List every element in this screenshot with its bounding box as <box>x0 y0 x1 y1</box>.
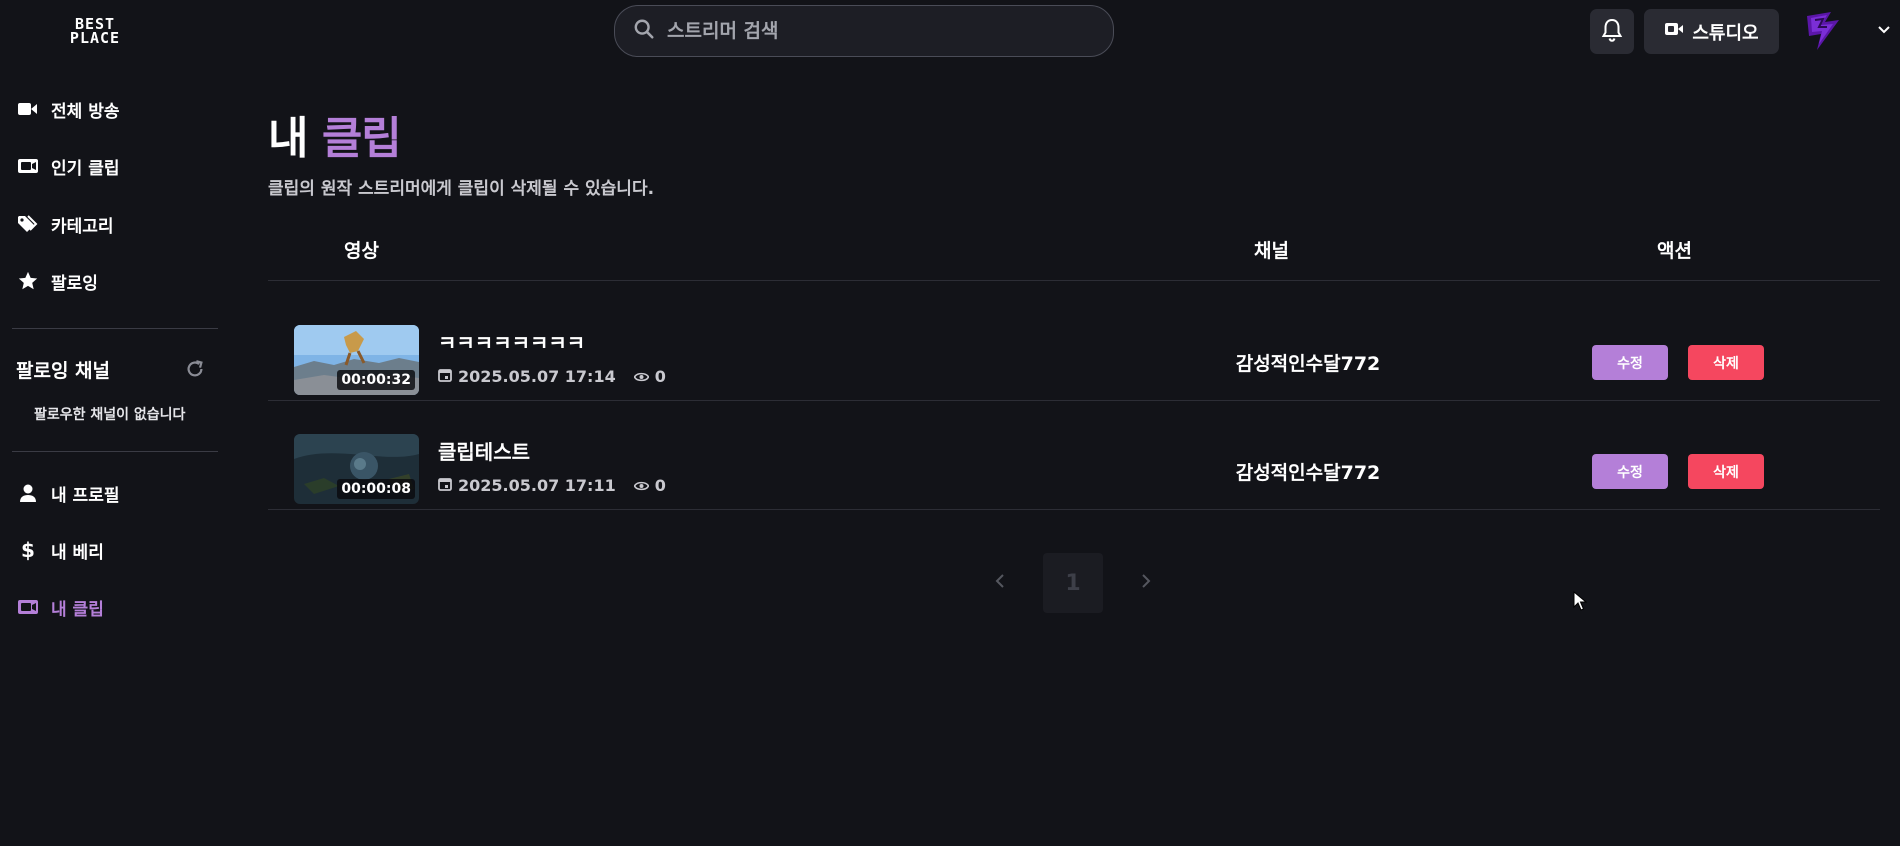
best-place-logo[interactable]: BEST PLACE <box>52 14 138 48</box>
sidebar-item-label: 내 클립 <box>51 599 104 620</box>
search-input[interactable] <box>667 20 1087 42</box>
clip-view-count: 0 <box>654 476 666 495</box>
following-empty-message: 팔로우한 채널이 없습니다 <box>34 407 186 423</box>
studio-button[interactable]: 스튜디오 <box>1644 9 1779 54</box>
calendar-icon <box>438 367 452 386</box>
column-header-channel: 채널 <box>1254 240 1289 262</box>
prev-page-button[interactable] <box>975 553 1025 613</box>
clip-icon <box>16 154 40 178</box>
clip-channel[interactable]: 감성적인수달772 <box>1208 458 1408 485</box>
sidebar-item-my-profile[interactable]: 내 프로필 <box>16 478 119 508</box>
clip-icon <box>16 595 40 619</box>
clip-views: 0 <box>633 367 666 386</box>
search-bar[interactable] <box>614 5 1114 57</box>
sidebar-item-popular-clips[interactable]: 인기 클립 <box>16 151 119 181</box>
edit-button[interactable]: 수정 <box>1592 345 1668 380</box>
eye-icon <box>633 476 650 495</box>
sidebar-item-my-berry[interactable]: $ 내 베리 <box>16 535 104 565</box>
clip-meta: 2025.05.07 17:14 0 <box>438 367 666 386</box>
sidebar-item-my-clips[interactable]: 내 클립 <box>16 592 104 622</box>
user-icon <box>16 481 40 505</box>
clip-title[interactable]: 클립테스트 <box>438 436 530 465</box>
page-title-prefix: 내 <box>268 113 308 164</box>
logo-line-2: PLACE <box>69 29 121 47</box>
sidebar-divider <box>12 451 218 452</box>
clip-duration: 00:00:08 <box>337 479 415 499</box>
edit-button[interactable]: 수정 <box>1592 454 1668 489</box>
clip-thumbnail[interactable]: 00:00:32 <box>294 325 419 395</box>
chevron-left-icon <box>995 573 1005 593</box>
following-channels-title: 팔로잉 채널 <box>16 360 111 382</box>
star-icon <box>16 269 40 293</box>
chevron-right-icon <box>1141 573 1151 593</box>
page-title: 내 클립 <box>268 102 402 166</box>
clip-date: 2025.05.07 17:11 <box>458 476 616 495</box>
video-camera-icon <box>16 97 40 121</box>
delete-button[interactable]: 삭제 <box>1688 454 1764 489</box>
table-row: 00:00:32 ㅋㅋㅋㅋㅋㅋㅋㅋ 2025.05.07 17:14 0 감성적… <box>268 293 1880 401</box>
column-header-video: 영상 <box>344 240 379 262</box>
clip-title[interactable]: ㅋㅋㅋㅋㅋㅋㅋㅋ <box>438 327 585 356</box>
eye-icon <box>633 367 650 386</box>
user-avatar[interactable] <box>1800 8 1846 54</box>
clip-duration: 00:00:32 <box>337 370 415 390</box>
tags-icon <box>16 212 40 236</box>
clip-thumbnail[interactable]: 00:00:08 <box>294 434 419 504</box>
studio-label: 스튜디오 <box>1692 22 1759 44</box>
page-title-accent: 클립 <box>321 113 402 164</box>
page-number-current[interactable]: 1 <box>1043 553 1103 613</box>
sidebar-item-label: 전체 방송 <box>51 101 120 122</box>
search-icon <box>633 18 655 44</box>
table-header-divider <box>268 280 1880 281</box>
sidebar-divider <box>12 328 218 329</box>
bell-icon <box>1600 17 1624 47</box>
clip-view-count: 0 <box>654 367 666 386</box>
sidebar-item-categories[interactable]: 카테고리 <box>16 209 114 239</box>
column-header-action: 액션 <box>1657 240 1692 262</box>
page-description: 클립의 원작 스트리머에게 클립이 삭제될 수 있습니다. <box>268 179 655 199</box>
clip-date: 2025.05.07 17:14 <box>458 367 616 386</box>
clip-views: 0 <box>633 476 666 495</box>
app-root: BEST PLACE 스튜디오 전체 방송 <box>0 0 1900 846</box>
dollar-icon: $ <box>16 538 40 562</box>
sidebar-item-all-streams[interactable]: 전체 방송 <box>16 94 119 124</box>
sidebar-item-label: 인기 클립 <box>51 158 120 179</box>
sidebar-item-following[interactable]: 팔로잉 <box>16 266 98 296</box>
clip-channel[interactable]: 감성적인수달772 <box>1208 349 1408 376</box>
table-row: 00:00:08 클립테스트 2025.05.07 17:11 0 감성적인수달… <box>268 402 1880 510</box>
delete-button[interactable]: 삭제 <box>1688 345 1764 380</box>
sidebar-item-label: 내 프로필 <box>51 485 120 506</box>
notification-button[interactable] <box>1590 9 1634 54</box>
refresh-icon[interactable] <box>183 357 207 381</box>
sidebar-item-label: 카테고리 <box>51 216 114 237</box>
calendar-icon <box>438 476 452 495</box>
sidebar-item-label: 내 베리 <box>51 542 104 563</box>
clip-meta: 2025.05.07 17:11 0 <box>438 476 666 495</box>
pagination: 1 <box>975 553 1171 613</box>
chevron-down-icon[interactable] <box>1876 22 1892 38</box>
sidebar-item-label: 팔로잉 <box>51 273 98 294</box>
svg-text:$: $ <box>21 539 35 561</box>
video-camera-icon <box>1664 21 1684 42</box>
next-page-button[interactable] <box>1121 553 1171 613</box>
mouse-cursor-icon <box>1573 590 1588 615</box>
